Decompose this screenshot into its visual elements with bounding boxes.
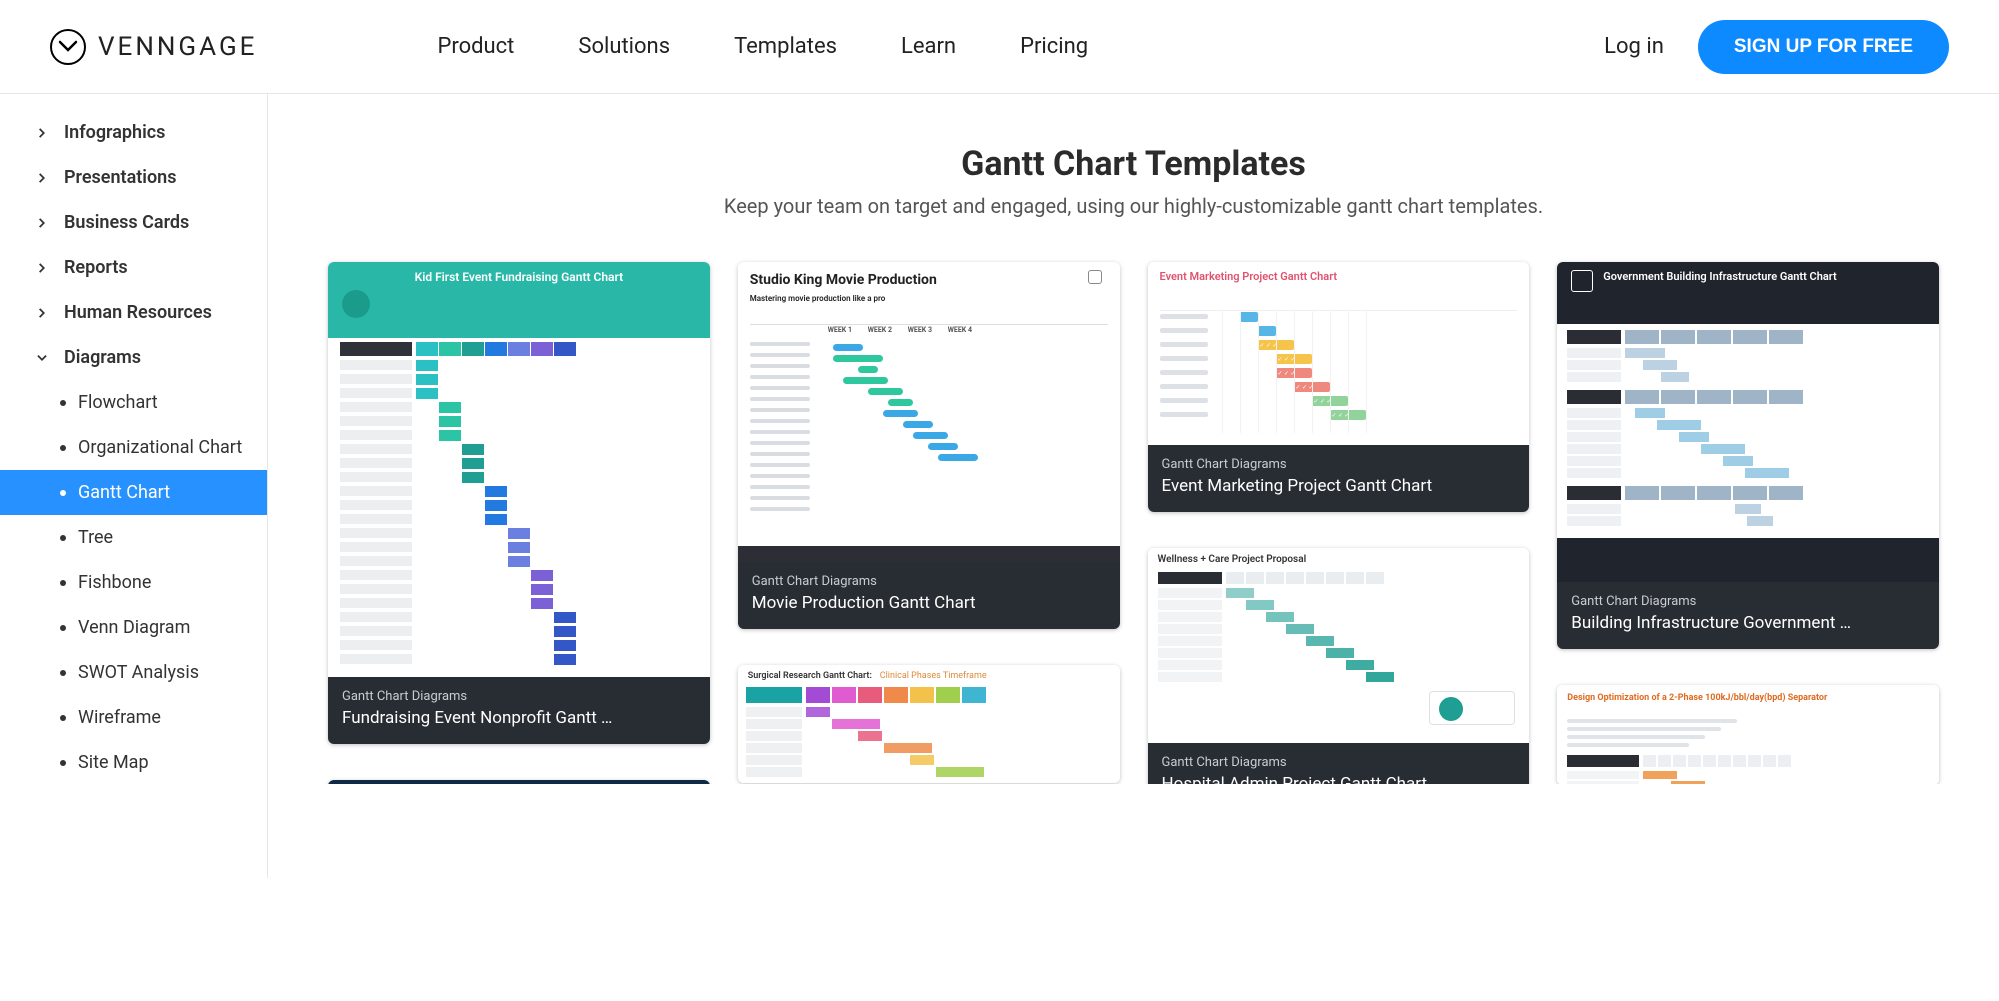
template-card[interactable]: Surgical Research Gantt Chart:Clinical P… (738, 665, 1120, 783)
sidebar-category-business-cards[interactable]: Business Cards (0, 200, 267, 245)
chevron-right-icon (34, 126, 50, 140)
sidebar: Infographics Presentations Business Cards R… (0, 94, 268, 878)
sidebar-item-organizational-chart[interactable]: Organizational Chart (0, 425, 267, 470)
bullet-icon (60, 580, 66, 586)
template-thumbnail: Kid First Event Fundraising Gantt Chart (328, 262, 710, 677)
template-thumbnail: Remodelling of Hellenic Senior Home (328, 780, 710, 784)
card-title: Hospital Admin Project Gantt Chart (1162, 774, 1516, 784)
template-thumbnail: Studio King Movie ProductionMastering mo… (738, 262, 1120, 562)
card-category: Gantt Chart Diagrams (342, 689, 696, 704)
sidebar-item-wireframe[interactable]: Wireframe (0, 695, 267, 740)
sidebar-item-swot-analysis[interactable]: SWOT Analysis (0, 650, 267, 695)
sidebar-item-fishbone[interactable]: Fishbone (0, 560, 267, 605)
sidebar-item-venn-diagram[interactable]: Venn Diagram (0, 605, 267, 650)
sidebar-item-label: Gantt Chart (78, 482, 170, 503)
sidebar-category-reports[interactable]: Reports (0, 245, 267, 290)
template-thumbnail: Surgical Research Gantt Chart:Clinical P… (738, 665, 1120, 783)
card-title: Building Infrastructure Government … (1571, 613, 1925, 633)
template-thumbnail: Government Building Infrastructure Gantt… (1557, 262, 1939, 582)
bullet-icon (60, 715, 66, 721)
content: Gantt Chart Templates Keep your team on … (268, 94, 1999, 784)
login-link[interactable]: Log in (1604, 34, 1664, 59)
template-card[interactable]: Kid First Event Fundraising Gantt ChartG… (328, 262, 710, 744)
card-category: Gantt Chart Diagrams (1162, 457, 1516, 472)
card-caption: Gantt Chart Diagrams Movie Production Gan… (738, 562, 1120, 629)
sidebar-item-label: Organizational Chart (78, 437, 242, 458)
sidebar-item-label: Venn Diagram (78, 617, 190, 638)
sidebar-category-presentations[interactable]: Presentations (0, 155, 267, 200)
card-caption: Gantt Chart Diagrams Fundraising Event No… (328, 677, 710, 744)
sidebar-item-flowchart[interactable]: Flowchart (0, 380, 267, 425)
chevron-right-icon (34, 216, 50, 230)
page-subtitle: Keep your team on target and engaged, us… (328, 194, 1939, 218)
card-category: Gantt Chart Diagrams (752, 574, 1106, 589)
bullet-icon (60, 670, 66, 676)
sidebar-item-label: Wireframe (78, 707, 161, 728)
template-card[interactable]: Event Marketing Project Gantt Chart✓ ✓ ✓… (1148, 262, 1530, 512)
sidebar-category-label: Reports (64, 257, 128, 278)
sidebar-category-label: Infographics (64, 122, 165, 143)
card-title: Movie Production Gantt Chart (752, 593, 1106, 613)
template-card[interactable]: PremiumStudio King Movie ProductionMaste… (738, 262, 1120, 629)
sidebar-category-label: Presentations (64, 167, 176, 188)
main-nav: Product Solutions Templates Learn Pricin… (437, 34, 1088, 59)
bullet-icon (60, 535, 66, 541)
sidebar-item-gantt-chart[interactable]: Gantt Chart (0, 470, 267, 515)
sidebar-category-diagrams[interactable]: Diagrams (0, 335, 267, 380)
logo-icon (50, 29, 86, 65)
card-title: Event Marketing Project Gantt Chart (1162, 476, 1516, 496)
card-caption: Gantt Chart Diagrams Hospital Admin Proje… (1148, 743, 1530, 784)
bullet-icon (60, 445, 66, 451)
header-right: Log in SIGN UP FOR FREE (1604, 20, 1949, 74)
sidebar-item-label: Fishbone (78, 572, 151, 593)
sidebar-category-label: Business Cards (64, 212, 189, 233)
sidebar-item-site-map[interactable]: Site Map (0, 740, 267, 785)
card-caption: Gantt Chart Diagrams Building Infrastruct… (1557, 582, 1939, 649)
grid-column: BusinessGovernment Building Infrastructu… (1557, 262, 1939, 784)
grid-column: Event Marketing Project Gantt Chart✓ ✓ ✓… (1148, 262, 1530, 784)
nav-solutions[interactable]: Solutions (578, 34, 670, 59)
nav-learn[interactable]: Learn (901, 34, 956, 59)
chevron-right-icon (34, 171, 50, 185)
bullet-icon (60, 760, 66, 766)
sidebar-item-tree[interactable]: Tree (0, 515, 267, 560)
card-caption: Gantt Chart Diagrams Event Marketing Proj… (1148, 445, 1530, 512)
template-card[interactable]: BusinessRemodelling of Hellenic Senior H… (328, 780, 710, 784)
template-grid: Kid First Event Fundraising Gantt ChartG… (328, 262, 1939, 784)
signup-button[interactable]: SIGN UP FOR FREE (1698, 20, 1949, 74)
template-card[interactable]: BusinessGovernment Building Infrastructu… (1557, 262, 1939, 649)
brand-name: VENNGAGE (98, 32, 257, 62)
card-category: Gantt Chart Diagrams (1162, 755, 1516, 770)
sidebar-category-label: Diagrams (64, 347, 141, 368)
logo[interactable]: VENNGAGE (50, 29, 257, 65)
header: VENNGAGE Product Solutions Templates Lea… (0, 0, 1999, 94)
template-card[interactable]: Design Optimization of a 2-Phase 100kJ/b… (1557, 685, 1939, 784)
sidebar-item-label: Tree (78, 527, 113, 548)
nav-templates[interactable]: Templates (734, 34, 837, 59)
sidebar-category-infographics[interactable]: Infographics (0, 110, 267, 155)
bullet-icon (60, 490, 66, 496)
template-thumbnail: Wellness + Care Project Proposal (1148, 548, 1530, 743)
card-category: Gantt Chart Diagrams (1571, 594, 1925, 609)
nav-pricing[interactable]: Pricing (1020, 34, 1088, 59)
chevron-right-icon (34, 261, 50, 275)
template-card[interactable]: PremiumWellness + Care Project ProposalG… (1148, 548, 1530, 784)
card-title: Fundraising Event Nonprofit Gantt … (342, 708, 696, 728)
sidebar-item-label: Flowchart (78, 392, 158, 413)
template-thumbnail: Event Marketing Project Gantt Chart✓ ✓ ✓… (1148, 262, 1530, 445)
sidebar-category-human-resources[interactable]: Human Resources (0, 290, 267, 335)
grid-column: Kid First Event Fundraising Gantt ChartG… (328, 262, 710, 784)
page-title: Gantt Chart Templates (328, 144, 1939, 184)
chevron-right-icon (34, 306, 50, 320)
template-thumbnail: Design Optimization of a 2-Phase 100kJ/b… (1557, 685, 1939, 784)
sidebar-category-label: Human Resources (64, 302, 212, 323)
chevron-down-icon (34, 351, 50, 365)
bullet-icon (60, 625, 66, 631)
bullet-icon (60, 400, 66, 406)
sidebar-item-label: SWOT Analysis (78, 662, 199, 683)
grid-column: PremiumStudio King Movie ProductionMaste… (738, 262, 1120, 783)
nav-product[interactable]: Product (437, 34, 514, 59)
sidebar-item-label: Site Map (78, 752, 149, 773)
